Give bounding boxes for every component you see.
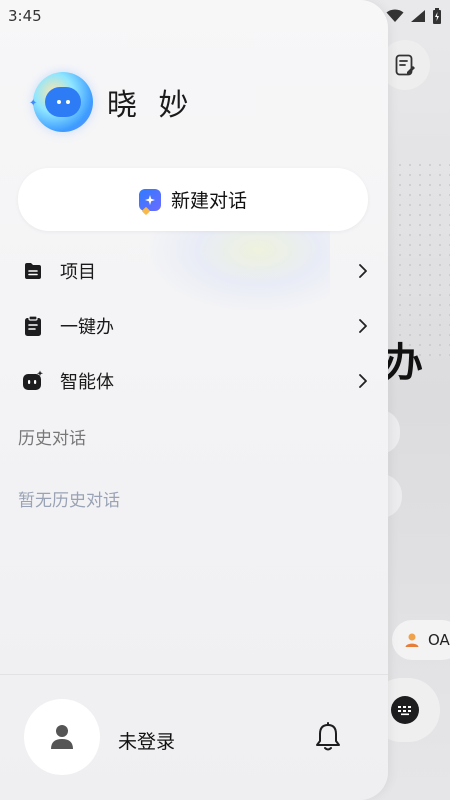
folder-icon bbox=[22, 260, 44, 282]
person-icon bbox=[405, 633, 419, 647]
menu-item-label: 项目 bbox=[60, 261, 96, 283]
wifi-icon bbox=[386, 9, 404, 22]
status-time: 3:45 bbox=[8, 7, 42, 25]
menu-item-label: 智能体 bbox=[60, 371, 114, 393]
menu-item-agents[interactable]: 智能体 bbox=[0, 353, 388, 408]
battery-icon bbox=[433, 8, 441, 24]
drawer-menu: 项目 一键办 智能体 bbox=[0, 243, 388, 408]
drawer-footer: 未登录 bbox=[0, 675, 388, 800]
side-drawer: ✦ 晓 妙 新建对话 项目 一键办 智能体 历史对话 暂无历史对话 未登录 bbox=[0, 0, 388, 800]
new-chat-button[interactable]: 新建对话 bbox=[18, 168, 368, 231]
chevron-right-icon bbox=[359, 373, 367, 388]
clipboard-icon bbox=[22, 314, 44, 337]
user-icon bbox=[51, 725, 73, 749]
chevron-right-icon bbox=[359, 318, 367, 333]
avatar[interactable] bbox=[24, 699, 100, 775]
signal-icon bbox=[411, 10, 425, 22]
edit-note-icon bbox=[395, 54, 415, 76]
history-empty-text: 暂无历史对话 bbox=[18, 491, 120, 511]
status-bar: 3:45 bbox=[0, 0, 450, 32]
login-status-label[interactable]: 未登录 bbox=[118, 727, 175, 754]
partial-heading: 办 bbox=[383, 339, 423, 386]
menu-item-label: 一键办 bbox=[60, 316, 114, 338]
oa-chip-label: OA bbox=[428, 631, 450, 649]
bell-icon[interactable] bbox=[314, 722, 342, 752]
history-section-title: 历史对话 bbox=[18, 429, 86, 449]
menu-item-one-click[interactable]: 一键办 bbox=[0, 298, 388, 353]
brand-name: 晓 妙 bbox=[107, 88, 195, 123]
oa-chip[interactable]: OA bbox=[392, 620, 450, 660]
chevron-right-icon bbox=[359, 263, 367, 278]
new-chat-icon bbox=[138, 188, 161, 211]
chat-bubble-logo-icon: ✦ bbox=[29, 72, 93, 132]
keyboard-icon bbox=[391, 696, 419, 724]
brand-header: ✦ 晓 妙 bbox=[29, 72, 195, 132]
robot-icon bbox=[22, 370, 44, 392]
new-chat-label: 新建对话 bbox=[170, 190, 247, 212]
menu-item-projects[interactable]: 项目 bbox=[0, 243, 388, 298]
